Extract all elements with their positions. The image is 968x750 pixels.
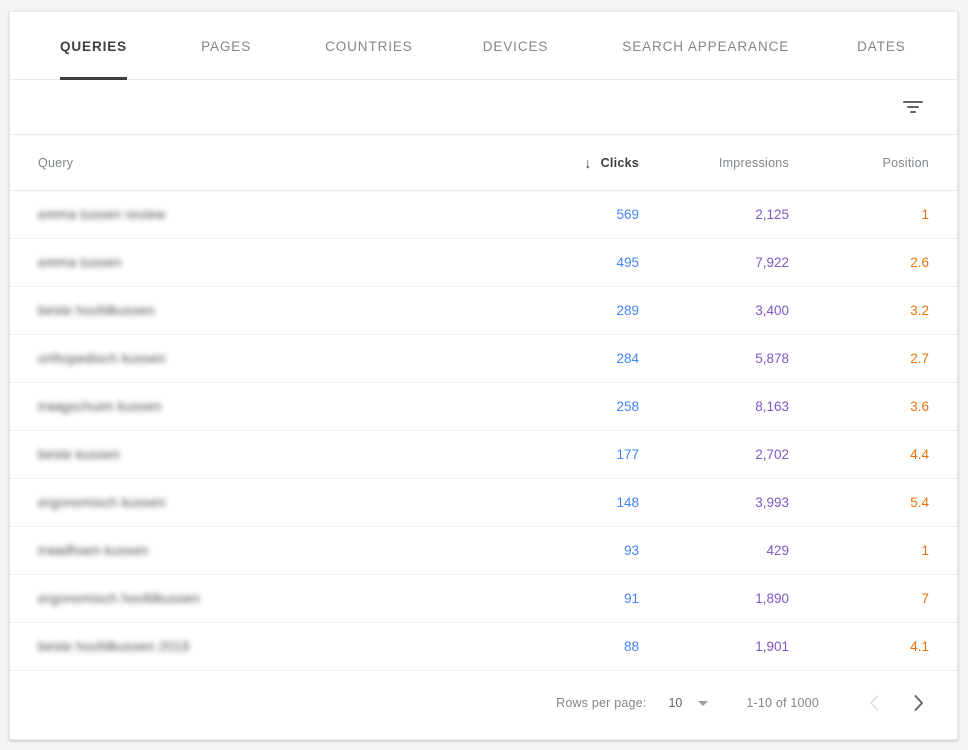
column-header-impressions[interactable]: Impressions [663,156,813,170]
cell-clicks: 258 [513,399,663,414]
table-row[interactable]: beste hoofdkussen 2019 88 1,901 4.1 [10,623,957,671]
cell-impressions: 8,163 [663,399,813,414]
cell-impressions: 2,702 [663,447,813,462]
cell-impressions: 3,400 [663,303,813,318]
cell-position: 1 [813,543,933,558]
query-text-redacted: beste hoofdkussen [38,303,155,318]
cell-impressions: 1,901 [663,639,813,654]
table-pagination: Rows per page: 10 1-10 of 1000 [10,671,957,739]
cell-clicks: 91 [513,591,663,606]
tab-devices-label: DEVICES [483,39,549,54]
query-text-redacted: traadfoam kussen [38,543,149,558]
tab-queries-label: QUERIES [60,39,127,54]
chevron-right-icon [913,694,924,712]
cell-query: ergonomisch kussen [38,494,513,512]
cell-clicks: 148 [513,495,663,510]
table-row[interactable]: beste kussen 177 2,702 4.4 [10,431,957,479]
tab-pages-label: PAGES [201,39,251,54]
cell-position: 5.4 [813,495,933,510]
pagination-controls: Rows per page: 10 1-10 of 1000 [556,687,933,719]
filter-toolbar [10,80,957,135]
previous-page-button[interactable] [859,688,889,718]
column-header-position[interactable]: Position [813,156,933,170]
page-root: QUERIES PAGES COUNTRIES DEVICES SEARCH A… [0,0,968,750]
query-text-redacted: beste hoofdkussen 2019 [38,639,190,654]
table-row[interactable]: emma tussen 495 7,922 2.6 [10,239,957,287]
table-header-row: Query ↓ Clicks Impressions Position [10,135,957,191]
query-text-redacted: ergonomisch kussen [38,495,165,510]
sort-descending-icon: ↓ [584,156,591,170]
cell-query: emma tussen [38,254,513,272]
cell-clicks: 289 [513,303,663,318]
cell-position: 3.2 [813,303,933,318]
cell-impressions: 1,890 [663,591,813,606]
cell-query: beste kussen [38,446,513,464]
rows-per-page-label: Rows per page: [556,696,646,710]
chevron-down-icon [698,701,708,706]
tab-devices[interactable]: DEVICES [459,12,573,80]
query-text-redacted: beste kussen [38,447,120,462]
cell-position: 2.6 [813,255,933,270]
query-text-redacted: emma tussen review [38,207,165,222]
report-tabs: QUERIES PAGES COUNTRIES DEVICES SEARCH A… [10,12,957,80]
cell-impressions: 2,125 [663,207,813,222]
cell-impressions: 5,878 [663,351,813,366]
cell-query: traagschuim kussen [38,398,513,416]
tab-search-appearance[interactable]: SEARCH APPEARANCE [598,12,813,80]
filter-list-icon [902,101,924,113]
query-text-redacted: traagschuim kussen [38,399,162,414]
filter-button[interactable] [893,87,933,127]
tab-queries[interactable]: QUERIES [36,12,151,80]
pagination-range-label: 1-10 of 1000 [746,696,819,710]
column-header-query[interactable]: Query [38,156,513,170]
cell-query: emma tussen review [38,206,513,224]
table-row[interactable]: orthopedisch kussen 284 5,878 2.7 [10,335,957,383]
cell-clicks: 88 [513,639,663,654]
table-row[interactable]: emma tussen review 569 2,125 1 [10,191,957,239]
tab-countries[interactable]: COUNTRIES [301,12,437,80]
performance-report-card: QUERIES PAGES COUNTRIES DEVICES SEARCH A… [9,11,958,740]
cell-position: 4.4 [813,447,933,462]
table-row[interactable]: traadfoam kussen 93 429 1 [10,527,957,575]
query-text-redacted: orthopedisch kussen [38,351,166,366]
rows-per-page-select[interactable]: 10 [668,696,708,710]
cell-position: 1 [813,207,933,222]
rows-per-page-value: 10 [668,696,682,710]
cell-impressions: 429 [663,543,813,558]
column-header-clicks-label: Clicks [601,156,639,170]
cell-clicks: 177 [513,447,663,462]
cell-query: ergonomisch hoofdkussen [38,590,513,608]
column-header-clicks[interactable]: ↓ Clicks [513,156,663,170]
cell-query: orthopedisch kussen [38,350,513,368]
cell-impressions: 7,922 [663,255,813,270]
cell-position: 7 [813,591,933,606]
chevron-left-icon [869,694,880,712]
cell-position: 3.6 [813,399,933,414]
tab-pages[interactable]: PAGES [177,12,275,80]
cell-position: 2.7 [813,351,933,366]
cell-position: 4.1 [813,639,933,654]
table-row[interactable]: beste hoofdkussen 289 3,400 3.2 [10,287,957,335]
query-text-redacted: emma tussen [38,255,121,270]
cell-impressions: 3,993 [663,495,813,510]
cell-query: beste hoofdkussen 2019 [38,638,513,656]
table-row[interactable]: traagschuim kussen 258 8,163 3.6 [10,383,957,431]
table-row[interactable]: ergonomisch kussen 148 3,993 5.4 [10,479,957,527]
tab-countries-label: COUNTRIES [325,39,413,54]
tab-dates-label: DATES [857,39,906,54]
cell-query: traadfoam kussen [38,542,513,560]
tab-search-appearance-label: SEARCH APPEARANCE [622,39,789,54]
cell-query: beste hoofdkussen [38,302,513,320]
query-text-redacted: ergonomisch hoofdkussen [38,591,200,606]
cell-clicks: 93 [513,543,663,558]
cell-clicks: 569 [513,207,663,222]
cell-clicks: 284 [513,351,663,366]
queries-table: Query ↓ Clicks Impressions Position emma … [10,135,957,739]
next-page-button[interactable] [903,688,933,718]
cell-clicks: 495 [513,255,663,270]
tab-dates[interactable]: DATES [833,12,930,80]
table-row[interactable]: ergonomisch hoofdkussen 91 1,890 7 [10,575,957,623]
